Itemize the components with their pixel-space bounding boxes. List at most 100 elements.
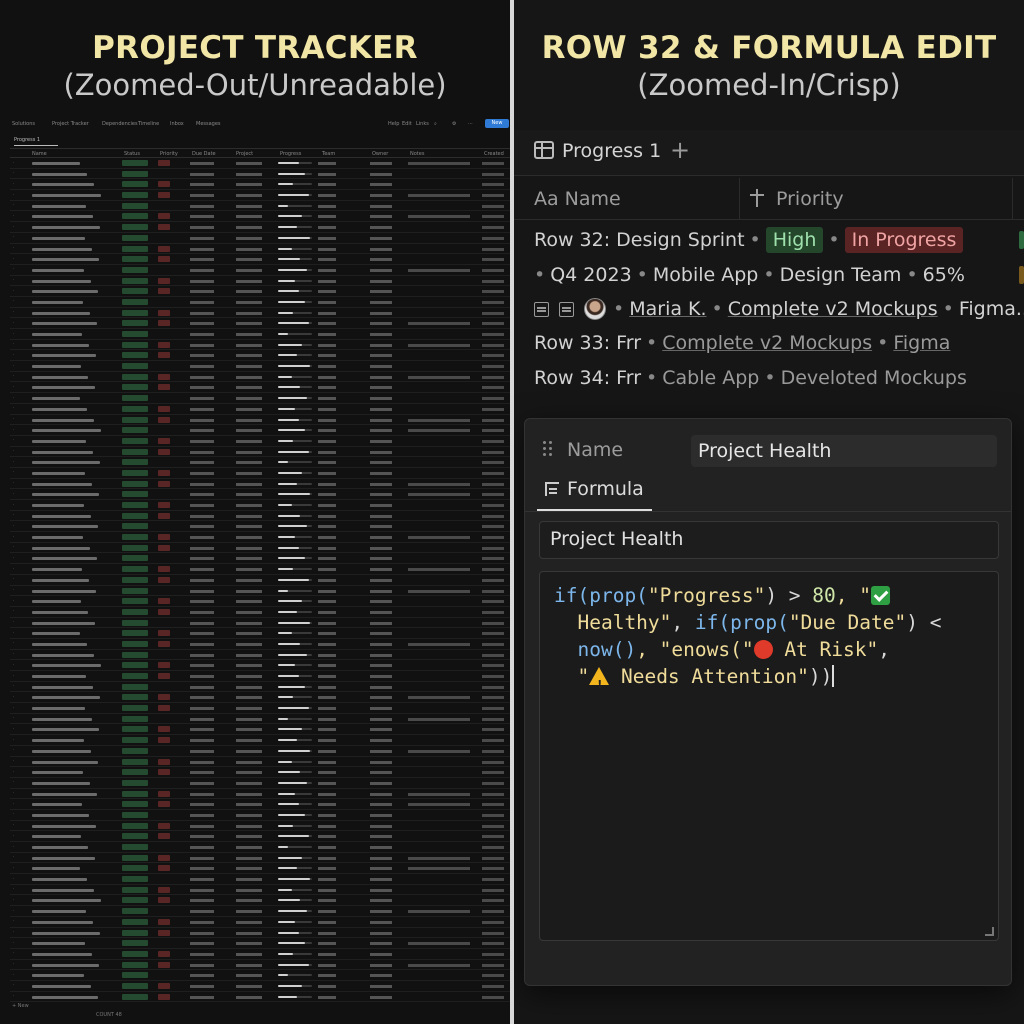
tiny-help-link[interactable]: Help (388, 121, 399, 127)
formula-name-field[interactable]: Project Health (539, 521, 999, 559)
tiny-col-team[interactable]: Team (322, 151, 335, 157)
table-row[interactable]: · (10, 596, 510, 607)
tiny-col-created[interactable]: Created (484, 151, 504, 157)
table-row[interactable]: · (10, 265, 510, 276)
table-row[interactable]: · (10, 393, 510, 404)
table-row[interactable]: · (10, 201, 510, 212)
table-row[interactable]: · (10, 521, 510, 533)
table-row[interactable]: · (10, 286, 510, 297)
tiny-col-progress[interactable]: Progress (280, 151, 301, 157)
tiny-view-tab[interactable]: Progress 1 (14, 135, 58, 146)
table-row[interactable]: · (10, 639, 510, 650)
table-row[interactable]: · (10, 917, 510, 928)
table-row[interactable]: · (10, 874, 510, 885)
table-row[interactable]: · (10, 853, 510, 864)
table-row[interactable]: · (10, 211, 510, 223)
table-row[interactable]: · (10, 425, 510, 436)
table-row[interactable]: · (10, 468, 510, 479)
table-row[interactable]: · (10, 350, 510, 362)
table-row[interactable]: · (10, 244, 510, 255)
table-row[interactable]: · (10, 447, 510, 458)
tiny-edit-link[interactable]: Edit (402, 121, 412, 127)
tiny-col-project[interactable]: Project (236, 151, 253, 157)
table-row[interactable]: · (10, 970, 510, 981)
table-row[interactable]: · (10, 746, 510, 757)
table-row[interactable]: · (10, 233, 510, 244)
table-row[interactable]: · (10, 928, 510, 939)
table-row[interactable]: · (10, 821, 510, 832)
table-row[interactable]: · (10, 404, 510, 415)
tiny-nav-inbox[interactable]: Inbox (170, 121, 184, 127)
property-name-input[interactable] (691, 435, 997, 467)
table-row[interactable]: · (10, 575, 510, 586)
row-32-notes[interactable]: Complete v2 Mockups (728, 298, 938, 320)
table-row[interactable]: · (10, 981, 510, 992)
table-row[interactable]: · (10, 179, 510, 191)
table-row[interactable]: · (10, 724, 510, 736)
table-row[interactable]: · (10, 436, 510, 447)
tiny-new-button[interactable]: New (485, 119, 509, 128)
comment-icon[interactable] (534, 302, 549, 317)
table-row[interactable]: · (10, 810, 510, 821)
document-icon[interactable] (559, 302, 574, 317)
tiny-nav-dependencies[interactable]: Dependencies (102, 121, 138, 127)
row-32-line-1[interactable]: Row 32: Design Sprint • High • In Progress (534, 227, 964, 253)
table-row[interactable]: · (10, 318, 510, 329)
table-row[interactable]: · (10, 735, 510, 746)
table-row[interactable]: · (10, 842, 510, 853)
table-row[interactable]: · (10, 500, 510, 511)
tiny-nav-messages[interactable]: Messages (196, 121, 221, 127)
tiny-col-notes[interactable]: Notes (410, 151, 424, 157)
table-row[interactable]: · (10, 553, 510, 565)
tiny-col-name[interactable]: Name (32, 151, 47, 157)
resize-handle-icon[interactable] (985, 927, 994, 936)
table-row[interactable]: · (10, 511, 510, 522)
table-row[interactable]: · (10, 789, 510, 800)
table-row[interactable]: · (10, 885, 510, 896)
table-row[interactable]: · (10, 457, 510, 468)
table-row[interactable]: · (10, 479, 510, 490)
row-33-tool[interactable]: Figma (893, 332, 950, 354)
tiny-col-owner[interactable]: Owner (372, 151, 388, 157)
table-row[interactable]: · (10, 650, 510, 661)
table-row[interactable]: · (10, 799, 510, 810)
row-33-notes[interactable]: Complete v2 Mockups (662, 332, 872, 354)
table-row[interactable]: · (10, 767, 510, 778)
table-row[interactable]: · (10, 308, 510, 319)
row-34[interactable]: Row 34: Frr • Cable App • Develoted Mockups (534, 367, 967, 389)
table-row[interactable]: · (10, 778, 510, 789)
tiny-nav-timeline[interactable]: Timeline (138, 121, 159, 127)
table-row[interactable]: · (10, 938, 510, 949)
table-row[interactable]: · (10, 703, 510, 714)
table-row[interactable]: · (10, 382, 510, 394)
table-row[interactable]: · (10, 949, 510, 960)
tiny-links-link[interactable]: Links (416, 121, 429, 127)
table-row[interactable]: · (10, 682, 510, 693)
table-row[interactable]: · (10, 863, 510, 875)
tiny-col-status[interactable]: Status (124, 151, 140, 157)
table-row[interactable]: · (10, 660, 510, 671)
table-row[interactable]: · (10, 222, 510, 233)
table-row[interactable]: · (10, 960, 510, 971)
table-row[interactable]: · (10, 190, 510, 201)
table-row[interactable]: · (10, 628, 510, 639)
table-row[interactable]: · (10, 329, 510, 340)
tiny-nav-solutions[interactable]: Solutions (12, 121, 35, 127)
row-33[interactable]: Row 33: Frr • Complete v2 Mockups • Figma (534, 332, 950, 354)
table-row[interactable]: · (10, 714, 510, 725)
formula-code-editor[interactable]: if(prop("Progress") > 80, " Healthy", if… (539, 571, 999, 941)
add-view-icon[interactable]: + (670, 136, 690, 164)
tab-progress-1[interactable]: Progress 1 (562, 140, 661, 162)
table-row[interactable]: · (10, 586, 510, 597)
table-row[interactable]: · (10, 254, 510, 265)
table-row[interactable]: · (10, 564, 510, 575)
tiny-col-due-date[interactable]: Due Date (192, 151, 216, 157)
tiny-add-row[interactable]: + New (12, 1003, 29, 1009)
drag-handle-icon[interactable] (543, 441, 553, 457)
tab-formula[interactable]: Formula (537, 475, 652, 511)
table-row[interactable]: · (10, 489, 510, 500)
table-row[interactable]: · (10, 372, 510, 383)
table-row[interactable]: · (10, 671, 510, 682)
table-row[interactable]: · (10, 607, 510, 618)
table-row[interactable]: · (10, 361, 510, 372)
